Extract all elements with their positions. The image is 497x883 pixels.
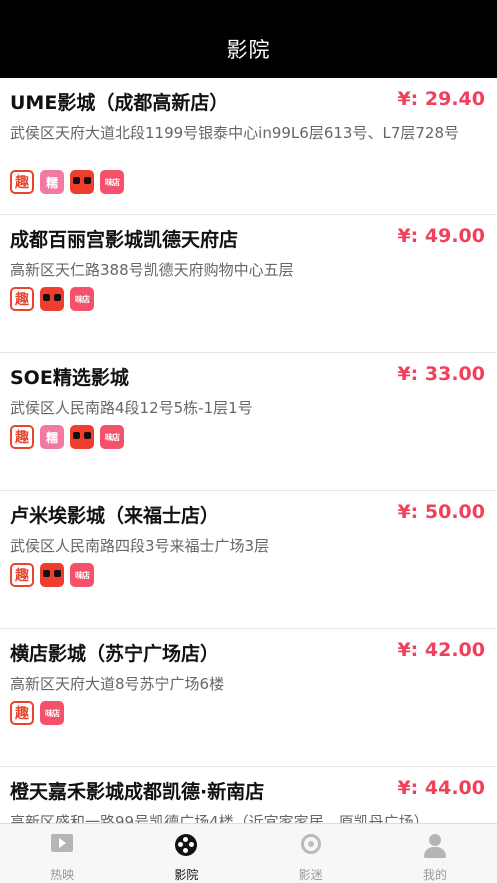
- weidian-badge-icon: 味店: [40, 701, 64, 725]
- cinema-item[interactable]: 成都百丽宫影城凯德天府店 ¥: 49.00 高新区天仁路388号凯德天府购物中心…: [0, 215, 497, 353]
- service-badges: 趣 糯 味店: [10, 170, 124, 194]
- cinema-name: 卢米埃影城（来福士店）: [10, 505, 220, 527]
- cinema-address: 武侯区天府大道北段1199号银泰中心in99L6层613号、L7层728号: [10, 124, 459, 142]
- cinema-price: ¥: 44.00: [397, 777, 485, 799]
- cinema-item[interactable]: SOE精选影城 ¥: 33.00 武侯区人民南路4段12号5栋-1层1号 趣 糯…: [0, 353, 497, 491]
- cinema-price: ¥: 49.00: [397, 225, 485, 247]
- weidian-badge-icon: 味店: [100, 425, 124, 449]
- cinema-address: 武侯区人民南路4段12号5栋-1层1号: [10, 399, 253, 417]
- qu-badge-icon: 趣: [10, 170, 34, 194]
- qu-badge-icon: 趣: [10, 287, 34, 311]
- maoyan-badge-icon: [40, 563, 64, 587]
- nuo-badge-icon: 糯: [40, 425, 64, 449]
- cinema-address: 武侯区人民南路四段3号来福士广场3层: [10, 537, 270, 555]
- nuo-badge-icon: 糯: [40, 170, 64, 194]
- qu-badge-icon: 趣: [10, 425, 34, 449]
- tab-label: 热映: [50, 868, 75, 882]
- cinema-name: 橙天嘉禾影城成都凯德·新南店: [10, 781, 265, 803]
- weidian-badge-icon: 味店: [70, 563, 94, 587]
- cinema-item[interactable]: 卢米埃影城（来福士店） ¥: 50.00 武侯区人民南路四段3号来福士广场3层 …: [0, 491, 497, 629]
- header-bar: 影院: [0, 0, 497, 78]
- weidian-badge-icon: 味店: [70, 287, 94, 311]
- cinema-item[interactable]: 橙天嘉禾影城成都凯德·新南店 ¥: 44.00 高新区盛和一路99号凯德广场4楼…: [0, 767, 497, 823]
- cinema-name: SOE精选影城: [10, 367, 129, 389]
- service-badges: 趣 味店: [10, 287, 94, 311]
- service-badges: 趣 味店: [10, 701, 64, 725]
- tab-cinema[interactable]: 影院: [124, 824, 248, 883]
- tab-label: 影院: [174, 868, 199, 882]
- cinema-name: 成都百丽宫影城凯德天府店: [10, 229, 239, 251]
- reel-icon: [175, 834, 198, 856]
- cinema-price: ¥: 42.00: [397, 639, 485, 661]
- cinema-price: ¥: 50.00: [397, 501, 485, 523]
- page-title: 影院: [226, 38, 271, 62]
- weidian-badge-icon: 味店: [100, 170, 124, 194]
- cinema-name: UME影城（成都高新店）: [10, 92, 229, 114]
- cinema-name: 横店影城（苏宁广场店）: [10, 643, 220, 665]
- tab-label: 我的: [422, 868, 447, 882]
- cinema-item[interactable]: 横店影城（苏宁广场店） ¥: 42.00 高新区天府大道8号苏宁广场6楼 趣 味…: [0, 629, 497, 767]
- fan-icon: [300, 834, 321, 854]
- maoyan-badge-icon: [70, 170, 94, 194]
- tab-label: 影迷: [298, 868, 323, 882]
- qu-badge-icon: 趣: [10, 701, 34, 725]
- service-badges: 趣 味店: [10, 563, 94, 587]
- maoyan-badge-icon: [70, 425, 94, 449]
- tab-fans[interactable]: 影迷: [249, 824, 373, 883]
- bottom-tab-bar: 热映 影院 影迷 我的: [0, 823, 497, 883]
- cinema-item[interactable]: UME影城（成都高新店） ¥: 29.40 武侯区天府大道北段1199号银泰中心…: [0, 78, 497, 215]
- film-icon: [51, 834, 74, 852]
- cinema-address: 高新区天仁路388号凯德天府购物中心五层: [10, 261, 294, 279]
- service-badges: 趣 糯 味店: [10, 425, 124, 449]
- tab-mine[interactable]: 我的: [373, 824, 497, 883]
- cinema-list[interactable]: UME影城（成都高新店） ¥: 29.40 武侯区天府大道北段1199号银泰中心…: [0, 78, 497, 823]
- cinema-address: 高新区盛和一路99号凯德广场4楼（近宜家家居、原凯丹广场）: [10, 813, 429, 823]
- cinema-price: ¥: 33.00: [397, 363, 485, 385]
- user-icon: [423, 834, 447, 858]
- qu-badge-icon: 趣: [10, 563, 34, 587]
- cinema-price: ¥: 29.40: [397, 88, 485, 110]
- maoyan-badge-icon: [40, 287, 64, 311]
- tab-hot[interactable]: 热映: [0, 824, 124, 883]
- cinema-address: 高新区天府大道8号苏宁广场6楼: [10, 675, 225, 693]
